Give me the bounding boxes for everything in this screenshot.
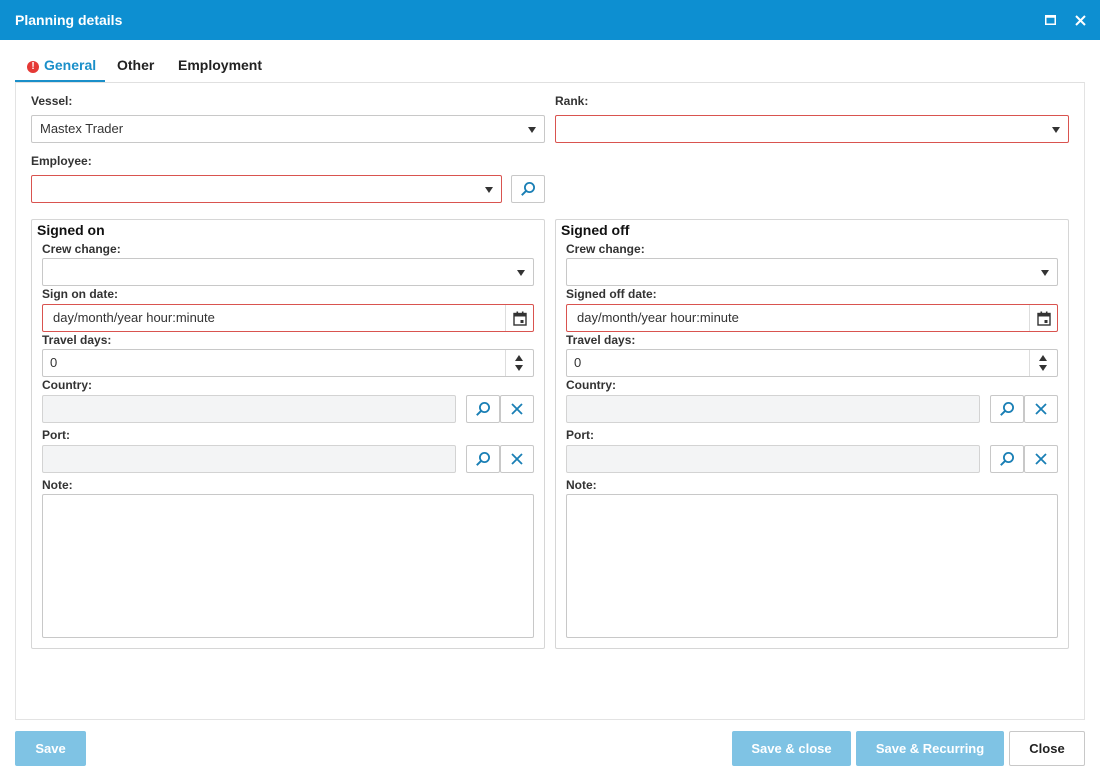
signed-off-note-label: Note: <box>566 478 597 492</box>
signed-off-country-label: Country: <box>566 378 616 392</box>
signed-off-country-search-button[interactable] <box>990 395 1024 423</box>
signed-off-title: Signed off <box>561 222 630 238</box>
vessel-select[interactable]: Mastex Trader <box>31 115 545 143</box>
signed-on-country-clear-button[interactable] <box>500 395 534 423</box>
signed-off-crew-change-select[interactable] <box>566 258 1058 286</box>
search-icon <box>476 452 490 466</box>
signed-on-port-label: Port: <box>42 428 70 442</box>
signed-off-port-search-button[interactable] <box>990 445 1024 473</box>
signed-off-crew-change-label: Crew change: <box>566 242 645 256</box>
error-icon: ! <box>27 61 39 73</box>
search-icon <box>476 402 490 416</box>
chevron-down-icon <box>1041 270 1049 276</box>
chevron-down-icon <box>485 187 493 193</box>
signed-on-port-clear-button[interactable] <box>500 445 534 473</box>
sign-on-date-label: Sign on date: <box>42 287 118 301</box>
signed-on-travel-days-value: 0 <box>50 355 58 370</box>
chevron-down-icon <box>528 127 536 133</box>
maximize-icon[interactable] <box>1040 10 1060 30</box>
signed-off-travel-days-label: Travel days: <box>566 333 636 347</box>
tab-other-label: Other <box>117 57 155 73</box>
vessel-value: Mastex Trader <box>40 121 124 136</box>
decrement-icon[interactable] <box>515 365 523 371</box>
clear-icon <box>511 403 523 415</box>
save-close-button[interactable]: Save & close <box>732 731 851 766</box>
signed-on-country-search-button[interactable] <box>466 395 500 423</box>
signed-off-country-clear-button[interactable] <box>1024 395 1058 423</box>
employee-select[interactable] <box>31 175 502 203</box>
close-button[interactable]: Close <box>1009 731 1085 766</box>
signed-on-travel-days-label: Travel days: <box>42 333 112 347</box>
window-title: Planning details <box>15 12 123 28</box>
close-icon[interactable] <box>1070 10 1090 30</box>
signed-on-country-input <box>42 395 456 423</box>
signed-off-port-clear-button[interactable] <box>1024 445 1058 473</box>
tab-general[interactable]: ! General <box>15 52 105 82</box>
signed-off-travel-days-value: 0 <box>574 355 582 370</box>
number-stepper[interactable] <box>1029 350 1057 376</box>
chevron-down-icon <box>1052 127 1060 133</box>
chevron-down-icon <box>517 270 525 276</box>
search-icon <box>1000 452 1014 466</box>
signed-off-travel-days-input[interactable]: 0 <box>566 349 1058 377</box>
calendar-icon[interactable] <box>505 305 533 331</box>
vessel-label: Vessel: <box>31 94 73 108</box>
rank-select[interactable] <box>555 115 1069 143</box>
signed-on-country-label: Country: <box>42 378 92 392</box>
clear-icon <box>511 453 523 465</box>
signed-off-date-input[interactable]: day/month/year hour:minute <box>566 304 1058 332</box>
tab-other[interactable]: Other <box>117 52 154 82</box>
tab-general-label: General <box>44 57 97 73</box>
clear-icon <box>1035 453 1047 465</box>
signed-off-date-label: Signed off date: <box>566 287 657 301</box>
save-recurring-button[interactable]: Save & Recurring <box>856 731 1004 766</box>
window-titlebar: Planning details <box>0 0 1100 40</box>
signed-off-country-input <box>566 395 980 423</box>
signed-on-crew-change-label: Crew change: <box>42 242 121 256</box>
signed-on-title: Signed on <box>37 222 105 238</box>
increment-icon[interactable] <box>515 355 523 361</box>
signed-on-travel-days-input[interactable]: 0 <box>42 349 534 377</box>
signed-off-port-input <box>566 445 980 473</box>
signed-off-date-placeholder: day/month/year hour:minute <box>577 310 739 325</box>
signed-on-note-textarea[interactable] <box>42 494 534 638</box>
signed-off-note-textarea[interactable] <box>566 494 1058 638</box>
search-icon <box>521 182 535 196</box>
signed-on-crew-change-select[interactable] <box>42 258 534 286</box>
tab-employment[interactable]: Employment <box>178 52 262 82</box>
tab-employment-label: Employment <box>178 57 263 73</box>
signed-on-port-input <box>42 445 456 473</box>
signed-on-note-label: Note: <box>42 478 73 492</box>
rank-label: Rank: <box>555 94 589 108</box>
search-icon <box>1000 402 1014 416</box>
sign-on-date-placeholder: day/month/year hour:minute <box>53 310 215 325</box>
decrement-icon[interactable] <box>1039 365 1047 371</box>
employee-search-button[interactable] <box>511 175 545 203</box>
number-stepper[interactable] <box>505 350 533 376</box>
employee-label: Employee: <box>31 154 92 168</box>
signed-on-port-search-button[interactable] <box>466 445 500 473</box>
clear-icon <box>1035 403 1047 415</box>
calendar-icon[interactable] <box>1029 305 1057 331</box>
save-button[interactable]: Save <box>15 731 86 766</box>
increment-icon[interactable] <box>1039 355 1047 361</box>
sign-on-date-input[interactable]: day/month/year hour:minute <box>42 304 534 332</box>
signed-off-port-label: Port: <box>566 428 594 442</box>
